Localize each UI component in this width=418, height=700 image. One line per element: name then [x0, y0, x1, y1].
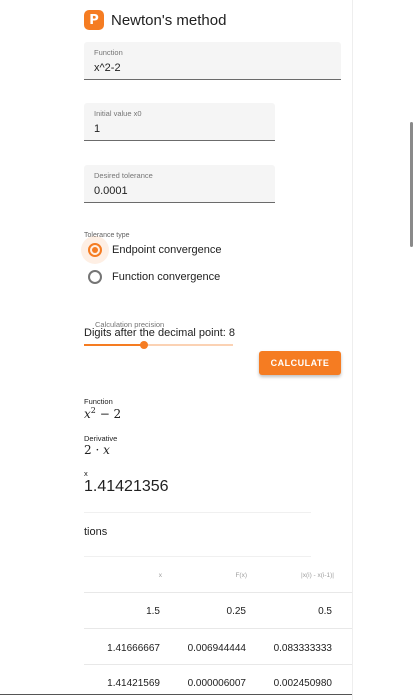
- table-cell-diff: 0.002450980: [273, 678, 332, 689]
- table-cell-fx: 0.25: [226, 606, 246, 617]
- tolerance-label: Desired tolerance: [94, 171, 153, 180]
- function-input[interactable]: [94, 62, 300, 74]
- table-row-divider: [84, 628, 352, 629]
- table-header-fx: F(x): [235, 572, 247, 579]
- table-cell-diff: 0.5: [318, 606, 332, 617]
- radio-function-label: Function convergence: [112, 271, 221, 283]
- app-logo-icon: P: [84, 10, 104, 30]
- table-row-divider: [84, 592, 352, 593]
- bottom-divider: [0, 694, 352, 695]
- result-function-formula: x2 − 2: [84, 406, 122, 421]
- table-cell-x: 1.41421569: [107, 678, 160, 689]
- panel-divider: [352, 0, 353, 700]
- result-x-value: 1.41421356: [84, 478, 169, 495]
- function-field-label: Function: [94, 48, 123, 57]
- result-function-label: Function: [84, 397, 113, 406]
- result-x-label: x: [84, 469, 88, 478]
- table-cell-fx: 0.000006007: [187, 678, 246, 689]
- results-divider: [84, 512, 311, 513]
- result-derivative-label: Derivative: [84, 434, 118, 443]
- page-title: Newton's method: [111, 11, 227, 29]
- radio-checked-icon: [88, 243, 102, 257]
- table-cell-diff: 0.083333333: [273, 643, 332, 654]
- tolerance-input[interactable]: [94, 185, 247, 197]
- iterations-heading: tions: [84, 526, 108, 538]
- radio-function-convergence[interactable]: Function convergence: [88, 270, 220, 284]
- table-cell-fx: 0.006944444: [187, 643, 246, 654]
- precision-text: Digits after the decimal point: 8: [84, 327, 236, 339]
- calculate-button[interactable]: CALCULATE: [259, 351, 341, 375]
- precision-slider-thumb[interactable]: [140, 341, 148, 349]
- table-header-x: x: [158, 572, 162, 579]
- scrollbar[interactable]: [410, 122, 413, 247]
- result-derivative-formula: 2 · x: [84, 443, 110, 457]
- table-top-divider: [84, 556, 311, 557]
- precision-slider-fill: [84, 344, 144, 346]
- app-header: P Newton's method: [84, 10, 226, 30]
- radio-endpoint-convergence[interactable]: Endpoint convergence: [88, 243, 221, 257]
- table-cell-x: 1.41666667: [107, 643, 160, 654]
- tolerance-field[interactable]: Desired tolerance: [84, 165, 275, 203]
- function-field[interactable]: Function: [84, 42, 341, 80]
- initial-value-input[interactable]: [94, 123, 247, 135]
- initial-value-field[interactable]: Initial value x0: [84, 103, 275, 141]
- table-cell-x: 1.5: [146, 606, 160, 617]
- radio-unchecked-icon: [88, 270, 102, 284]
- table-header-diff: |x(i) - x(i-1)|: [301, 572, 334, 579]
- initial-value-label: Initial value x0: [94, 109, 142, 118]
- table-row-divider: [84, 664, 352, 665]
- radio-endpoint-label: Endpoint convergence: [112, 244, 222, 256]
